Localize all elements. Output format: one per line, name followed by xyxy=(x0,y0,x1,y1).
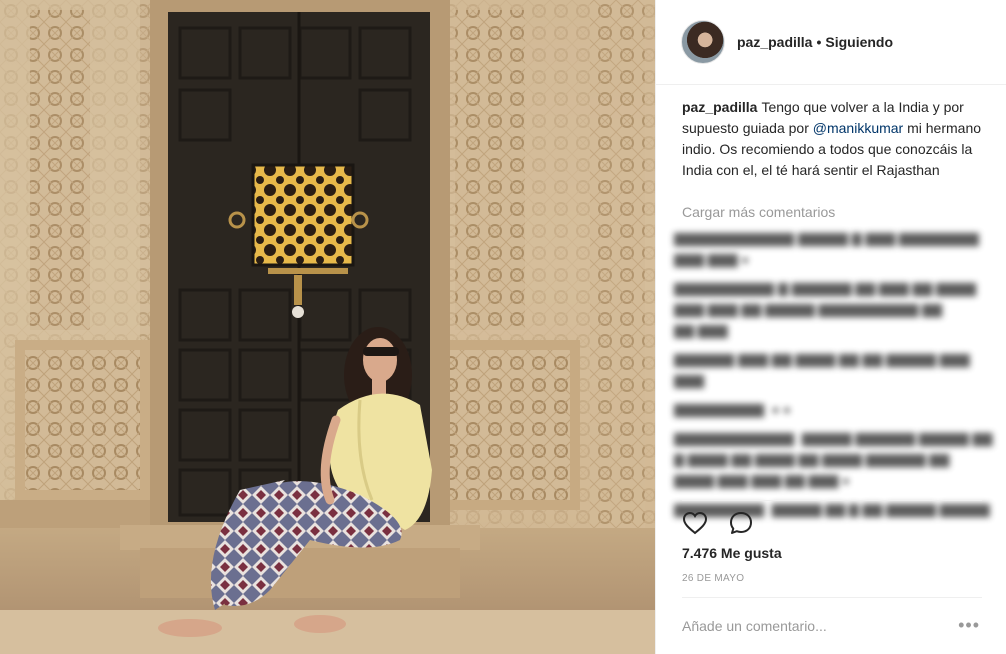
list-item: ▇▇▇▇▇▇ ▇▇▇ ▇▇ ▇▇▇▇ ▇▇ ▇▇ ▇▇▇▇▇ ▇▇▇ ▇▇▇ xyxy=(674,352,970,388)
post-photo-illustration xyxy=(0,0,655,654)
caption-username[interactable]: paz_padilla xyxy=(682,99,757,115)
caption-mention-link[interactable]: @manikkumar xyxy=(813,120,903,136)
post-actions xyxy=(680,508,756,538)
list-item: ▇▇▇▇▇▇▇▇▇▇▇▇ ▇▇▇▇▇ ▇▇▇▇▇▇ ▇▇▇▇▇ ▇▇ ▇ ▇▇▇▇… xyxy=(674,431,993,488)
avatar[interactable] xyxy=(681,20,725,64)
likes-count[interactable]: 7.476 Me gusta xyxy=(682,545,782,561)
heart-icon xyxy=(682,511,708,535)
post-sidebar: paz_padilla • Siguiendo paz_padilla Tengo q… xyxy=(655,0,1006,654)
comment-bar: ••• xyxy=(682,597,982,653)
follow-status-button[interactable]: Siguiendo xyxy=(825,34,893,50)
list-item: ▇▇▇▇▇▇▇▇▇▇▇▇ ▇▇▇▇▇ ▇ ▇▇▇ ▇▇▇▇▇▇▇▇ ▇▇▇ ▇▇▇ … xyxy=(674,231,979,267)
list-item: ▇▇▇▇▇▇▇▇▇ ● ● xyxy=(674,402,791,417)
list-item: ▇▇▇▇▇▇▇▇▇▇ ▇ ▇▇▇▇▇▇ ▇▇ ▇▇▇ ▇▇ ▇▇▇▇ ▇▇▇ ▇▇▇… xyxy=(674,281,976,338)
comment-button[interactable] xyxy=(726,508,756,538)
comment-bubble-icon xyxy=(730,512,752,534)
divider xyxy=(682,500,982,501)
header-info: paz_padilla • Siguiendo xyxy=(737,34,893,50)
more-options-button[interactable]: ••• xyxy=(958,615,980,636)
comments-list: ▇▇▇▇▇▇▇▇▇▇▇▇ ▇▇▇▇▇ ▇ ▇▇▇ ▇▇▇▇▇▇▇▇ ▇▇▇ ▇▇▇ … xyxy=(674,228,994,528)
post-date: 26 DE MAYO xyxy=(682,573,745,584)
header-username[interactable]: paz_padilla xyxy=(737,34,812,50)
load-more-comments-button[interactable]: Cargar más comentarios xyxy=(682,204,835,220)
like-button[interactable] xyxy=(680,508,710,538)
header-separator: • xyxy=(816,34,822,50)
post-photo[interactable] xyxy=(0,0,655,654)
post-caption: paz_padilla Tengo que volver a la India y… xyxy=(682,97,987,181)
post-header: paz_padilla • Siguiendo xyxy=(656,0,1006,85)
comment-input[interactable] xyxy=(682,617,959,634)
